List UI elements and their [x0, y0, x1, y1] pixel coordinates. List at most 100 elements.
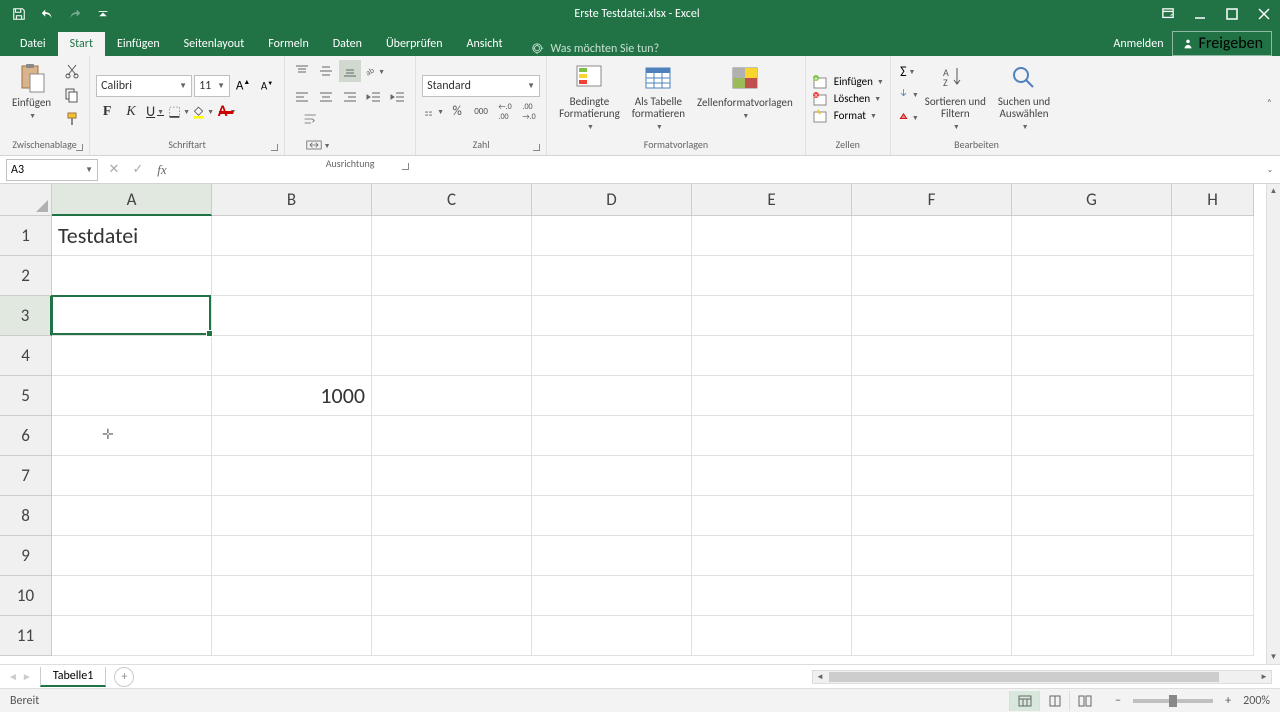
insert-function-button[interactable]: fx	[152, 160, 172, 180]
row-header-4[interactable]: 4	[0, 336, 52, 376]
cell-G4[interactable]	[1012, 336, 1172, 376]
cell-H9[interactable]	[1172, 536, 1254, 576]
cell-E7[interactable]	[692, 456, 852, 496]
sheet-tab[interactable]: Tabelle1	[40, 667, 107, 687]
cell-E4[interactable]	[692, 336, 852, 376]
cell-H8[interactable]	[1172, 496, 1254, 536]
cell-G1[interactable]	[1012, 216, 1172, 256]
delete-cells-button[interactable]: ×Löschen▼	[812, 91, 881, 107]
clipboard-launcher[interactable]	[73, 141, 85, 153]
tab-start[interactable]: Start	[58, 32, 105, 56]
cell-B3[interactable]	[212, 296, 372, 336]
cell-B5[interactable]: 1000	[212, 376, 372, 416]
italic-button[interactable]: K	[120, 101, 142, 123]
column-header-D[interactable]: D	[532, 184, 692, 216]
minimize-button[interactable]	[1184, 0, 1216, 28]
cell-B2[interactable]	[212, 256, 372, 296]
cell-G7[interactable]	[1012, 456, 1172, 496]
row-header-9[interactable]: 9	[0, 536, 52, 576]
tab-data[interactable]: Daten	[321, 32, 374, 56]
wrap-text-button[interactable]	[297, 108, 325, 130]
cell-G10[interactable]	[1012, 576, 1172, 616]
bold-button[interactable]: F	[96, 101, 118, 123]
name-box[interactable]: A3▼	[6, 159, 98, 181]
cell-C1[interactable]	[372, 216, 532, 256]
scroll-down-button[interactable]: ▼	[1267, 650, 1280, 664]
cell-C8[interactable]	[372, 496, 532, 536]
font-name-combo[interactable]: Calibri▼	[96, 75, 192, 97]
column-header-B[interactable]: B	[212, 184, 372, 216]
cell-A11[interactable]	[52, 616, 212, 656]
accounting-format-button[interactable]: ⚏▼	[422, 101, 444, 123]
column-header-F[interactable]: F	[852, 184, 1012, 216]
align-middle-button[interactable]	[315, 60, 337, 82]
cell-styles-button[interactable]: Zellenformatvorlagen▼	[691, 60, 799, 122]
cell-E10[interactable]	[692, 576, 852, 616]
borders-button[interactable]: ▼	[168, 101, 190, 123]
cell-C10[interactable]	[372, 576, 532, 616]
cell-H5[interactable]	[1172, 376, 1254, 416]
cell-F10[interactable]	[852, 576, 1012, 616]
cell-H4[interactable]	[1172, 336, 1254, 376]
row-header-6[interactable]: 6	[0, 416, 52, 456]
cell-E3[interactable]	[692, 296, 852, 336]
cell-E1[interactable]	[692, 216, 852, 256]
cell-F3[interactable]	[852, 296, 1012, 336]
row-header-5[interactable]: 5	[0, 376, 52, 416]
cell-B1[interactable]	[212, 216, 372, 256]
copy-button[interactable]	[61, 84, 83, 106]
hscroll-thumb[interactable]	[829, 672, 1219, 682]
cell-E5[interactable]	[692, 376, 852, 416]
decrease-indent-button[interactable]	[363, 86, 385, 108]
insert-cells-button[interactable]: +Einfügen▼	[812, 74, 884, 90]
select-all-corner[interactable]	[0, 184, 52, 216]
cell-F8[interactable]	[852, 496, 1012, 536]
cell-B8[interactable]	[212, 496, 372, 536]
cell-E2[interactable]	[692, 256, 852, 296]
cell-D8[interactable]	[532, 496, 692, 536]
cell-E9[interactable]	[692, 536, 852, 576]
font-size-combo[interactable]: 11▼	[194, 75, 230, 97]
column-header-A[interactable]: A	[52, 184, 212, 216]
sheet-nav-next[interactable]: ►	[22, 670, 32, 683]
page-break-view-button[interactable]	[1069, 691, 1099, 711]
number-launcher[interactable]	[530, 141, 542, 153]
format-cells-button[interactable]: Format▼	[812, 108, 877, 124]
cell-G6[interactable]	[1012, 416, 1172, 456]
column-header-C[interactable]: C	[372, 184, 532, 216]
cell-F6[interactable]	[852, 416, 1012, 456]
cell-E11[interactable]	[692, 616, 852, 656]
cell-C9[interactable]	[372, 536, 532, 576]
cancel-formula-button[interactable]: ✕	[104, 160, 124, 180]
cell-D2[interactable]	[532, 256, 692, 296]
cell-F7[interactable]	[852, 456, 1012, 496]
cell-C11[interactable]	[372, 616, 532, 656]
cell-C2[interactable]	[372, 256, 532, 296]
cell-F9[interactable]	[852, 536, 1012, 576]
cell-B6[interactable]	[212, 416, 372, 456]
cell-H3[interactable]	[1172, 296, 1254, 336]
cell-A5[interactable]	[52, 376, 212, 416]
horizontal-scrollbar[interactable]: ◄ ►	[812, 670, 1272, 684]
cell-E6[interactable]	[692, 416, 852, 456]
fill-color-button[interactable]: ▼	[192, 101, 214, 123]
cell-H10[interactable]	[1172, 576, 1254, 616]
font-color-button[interactable]: A▼	[216, 101, 238, 123]
vertical-scrollbar[interactable]: ▲ ▼	[1266, 184, 1280, 664]
column-header-G[interactable]: G	[1012, 184, 1172, 216]
zoom-slider[interactable]	[1133, 699, 1213, 703]
increase-font-button[interactable]: A▲	[232, 75, 254, 97]
merge-center-button[interactable]: ▼	[297, 134, 339, 156]
tab-pagelayout[interactable]: Seitenlayout	[172, 32, 257, 56]
underline-button[interactable]: U▼	[144, 101, 166, 123]
row-header-3[interactable]: 3	[0, 296, 52, 336]
align-top-button[interactable]	[291, 60, 313, 82]
cell-G3[interactable]	[1012, 296, 1172, 336]
qat-customize-button[interactable]	[92, 3, 114, 25]
cell-G11[interactable]	[1012, 616, 1172, 656]
cell-F1[interactable]	[852, 216, 1012, 256]
cell-A8[interactable]	[52, 496, 212, 536]
cell-D10[interactable]	[532, 576, 692, 616]
enter-formula-button[interactable]: ✓	[128, 160, 148, 180]
cell-H1[interactable]	[1172, 216, 1254, 256]
